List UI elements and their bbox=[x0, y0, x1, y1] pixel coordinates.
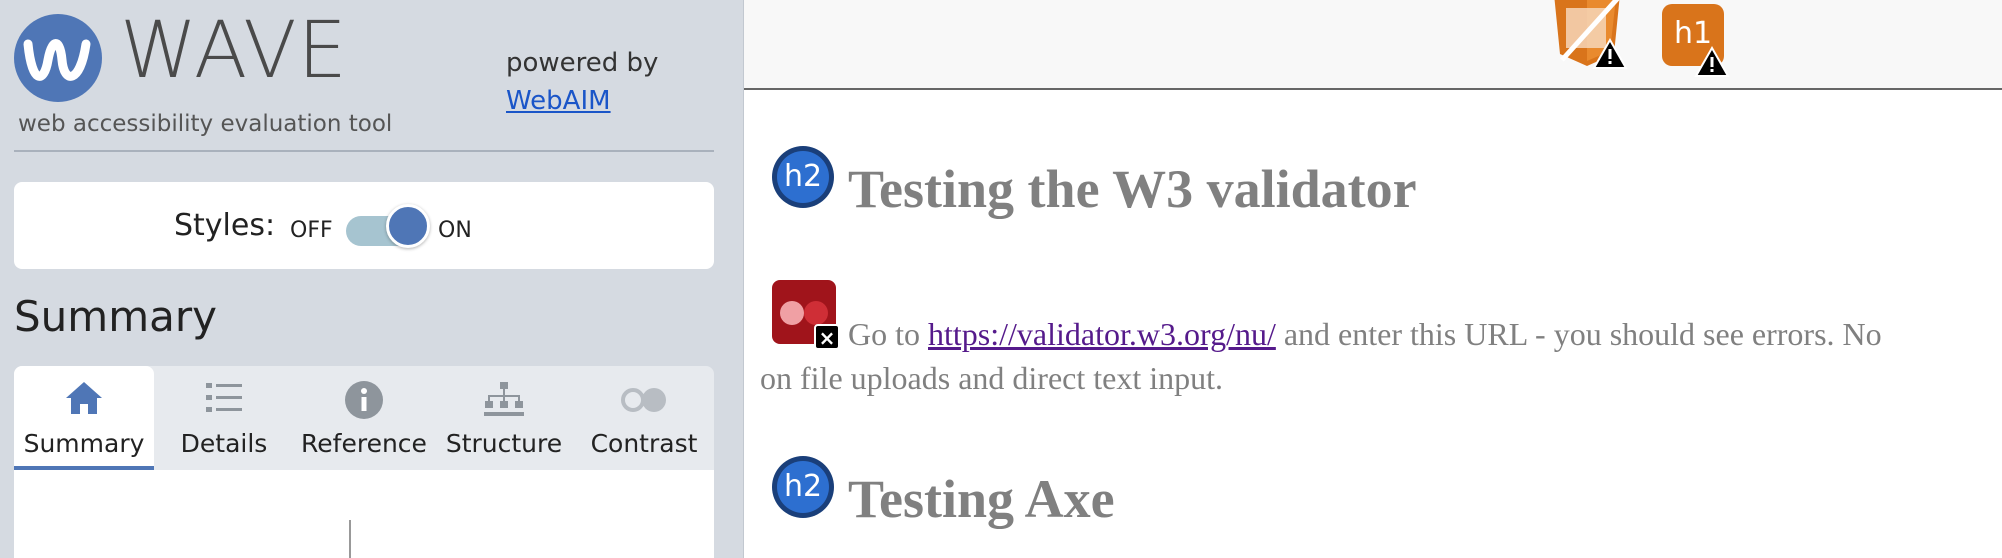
chart-axis-line bbox=[349, 520, 351, 558]
powered-by-text: powered by bbox=[506, 48, 659, 78]
error-x-icon: × bbox=[814, 324, 840, 350]
header-divider bbox=[14, 150, 714, 152]
styles-label: Styles: bbox=[174, 208, 276, 243]
styles-toggle-panel: Styles: OFF ON bbox=[14, 182, 714, 269]
toggle-on-label: ON bbox=[438, 218, 472, 243]
wave-sidebar: WAVE web accessibility evaluation tool p… bbox=[0, 0, 744, 558]
webaim-link[interactable]: WebAIM bbox=[506, 82, 658, 120]
contrast-circle-dark bbox=[804, 301, 828, 325]
page-header-strip: h1 bbox=[744, 0, 2002, 90]
powered-by: powered by WebAIM bbox=[506, 44, 658, 120]
tab-label: Reference bbox=[301, 429, 427, 458]
toggle-off-label: OFF bbox=[290, 218, 333, 243]
heading-w3-validator: Testing the W3 validator bbox=[848, 159, 1417, 219]
evaluated-page: h1 h2 Testing the W3 validator × Go to h… bbox=[744, 0, 2002, 558]
h1-alert-icon[interactable]: h1 bbox=[1662, 4, 1730, 77]
list-icon bbox=[204, 380, 244, 422]
heading-testing-axe: Testing Axe bbox=[848, 469, 1115, 529]
info-icon bbox=[344, 380, 384, 426]
tab-label: Summary bbox=[23, 429, 145, 458]
html5-alert-icon[interactable] bbox=[1552, 0, 1628, 69]
tab-label: Details bbox=[180, 429, 268, 458]
h2-icon[interactable]: h2 bbox=[772, 456, 834, 518]
h2-icon-label: h2 bbox=[777, 151, 829, 203]
section-heading: Summary bbox=[14, 292, 217, 341]
tab-details[interactable]: Details bbox=[154, 366, 294, 470]
tab-label: Structure bbox=[445, 429, 563, 458]
wave-tagline: web accessibility evaluation tool bbox=[18, 111, 393, 137]
sitemap-icon bbox=[482, 380, 526, 426]
panel-tabs: Summary Details Reference Structure Cont… bbox=[14, 366, 714, 470]
tab-reference[interactable]: Reference bbox=[294, 366, 434, 470]
paragraph-text-after: and enter this URL - you should see erro… bbox=[1275, 316, 1882, 352]
contrast-error-icon[interactable]: × bbox=[772, 280, 840, 350]
validator-link[interactable]: https://validator.w3.org/nu/ bbox=[928, 316, 1276, 352]
contrast-circle-light bbox=[780, 301, 804, 325]
summary-panel bbox=[14, 470, 714, 558]
paragraph-line-2: on file uploads and direct text input. bbox=[760, 360, 1223, 396]
tab-contrast[interactable]: Contrast bbox=[574, 366, 714, 470]
paragraph-text-before: Go to bbox=[848, 316, 928, 352]
tab-structure[interactable]: Structure bbox=[434, 366, 574, 470]
h2-icon-label: h2 bbox=[777, 461, 829, 513]
h2-icon[interactable]: h2 bbox=[772, 146, 834, 208]
wave-wordmark: WAVE bbox=[120, 6, 348, 96]
tab-summary[interactable]: Summary bbox=[14, 366, 154, 470]
wave-logo-icon bbox=[14, 14, 102, 102]
styles-toggle-knob[interactable] bbox=[386, 204, 430, 248]
home-icon bbox=[64, 380, 104, 422]
paragraph-line-1: Go to https://validator.w3.org/nu/ and e… bbox=[848, 318, 1882, 350]
tab-label: Contrast bbox=[590, 429, 698, 458]
contrast-icon bbox=[618, 380, 670, 426]
